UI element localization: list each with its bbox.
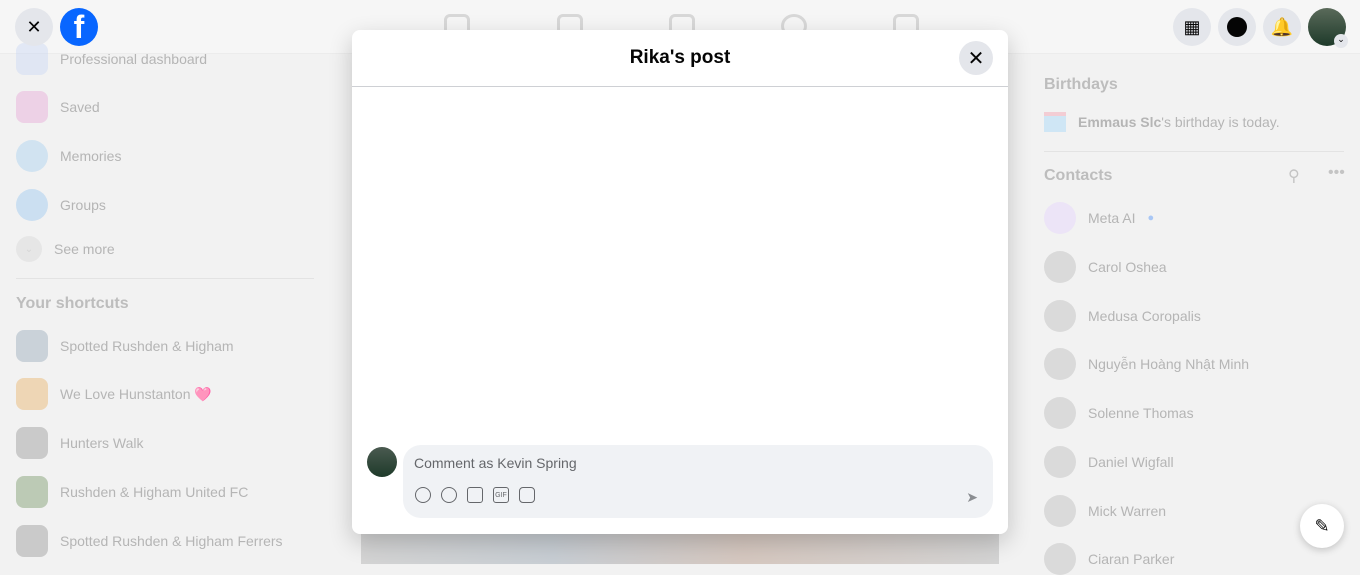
shortcut-thumbnail — [16, 525, 48, 557]
account-avatar[interactable]: ⌄ — [1308, 8, 1348, 48]
see-more-button[interactable]: ⌄ See more — [16, 236, 115, 262]
sidebar-item-professional-dashboard[interactable]: Professional dashboard — [16, 43, 207, 75]
label: Spotted Rushden & Higham Ferrers — [60, 533, 283, 549]
sidebar-item-saved[interactable]: Saved — [16, 91, 100, 123]
shortcuts-title: Your shortcuts — [16, 295, 129, 312]
birthday-item[interactable]: Emmaus Slc's birthday is today. — [1044, 112, 1280, 132]
more-options-icon[interactable]: ••• — [1328, 164, 1345, 182]
shortcut-item[interactable]: Spotted Rushden & Higham Ferrers — [16, 525, 283, 557]
new-message-button[interactable]: ✎ — [1300, 504, 1344, 548]
contact-name: Carol Oshea — [1088, 259, 1167, 275]
gift-icon — [1044, 112, 1066, 132]
sidebar-item-groups[interactable]: Groups — [16, 189, 106, 221]
chevron-down-icon: ⌄ — [16, 236, 42, 262]
shortcut-thumbnail — [16, 427, 48, 459]
comment-placeholder: Comment as Kevin Spring — [414, 455, 577, 471]
close-modal-button[interactable]: ✕ — [959, 41, 993, 75]
close-icon: ✕ — [26, 16, 42, 37]
contact-item[interactable]: Nguyễn Hoàng Nhật Minh — [1044, 348, 1249, 380]
comment-input[interactable]: Comment as Kevin Spring GIF ➤ — [403, 445, 993, 518]
label: Rushden & Higham United FC — [60, 484, 249, 500]
label: Hunters Walk — [60, 435, 144, 451]
shortcut-thumbnail — [16, 330, 48, 362]
avatar — [1044, 348, 1076, 380]
shortcut-item[interactable]: Hunters Walk — [16, 427, 144, 459]
emoji-icon[interactable] — [441, 487, 457, 503]
contact-item[interactable]: Medusa Coropalis — [1044, 300, 1201, 332]
verified-icon: ● — [1147, 212, 1155, 224]
chevron-down-icon: ⌄ — [1334, 34, 1348, 48]
facebook-logo[interactable]: f — [60, 8, 98, 46]
modal-title: Rika's post — [352, 30, 1008, 87]
label: Saved — [60, 99, 100, 115]
post-modal: Rika's post ✕ Comment as Kevin Spring GI… — [352, 30, 1008, 534]
contact-item[interactable]: Daniel Wigfall — [1044, 446, 1174, 478]
birthday-name[interactable]: Emmaus Slc — [1078, 114, 1161, 130]
contacts-title: Contacts — [1044, 167, 1113, 184]
contact-name: Ciaran Parker — [1088, 551, 1175, 567]
bookmark-icon — [16, 91, 48, 123]
send-icon[interactable]: ➤ — [966, 489, 978, 506]
grid-icon: ▦ — [1183, 16, 1201, 37]
avatar — [1044, 446, 1076, 478]
label: Memories — [60, 148, 122, 164]
sticker-icon[interactable] — [519, 487, 535, 503]
label: Spotted Rushden & Higham — [60, 338, 234, 354]
avatar — [1044, 397, 1076, 429]
avatar — [1044, 543, 1076, 575]
birthday-text: 's birthday is today. — [1161, 114, 1280, 130]
avatar — [1044, 251, 1076, 283]
notifications-button[interactable]: 🔔 — [1263, 8, 1301, 46]
contact-name: Medusa Coropalis — [1088, 308, 1201, 324]
contact-item[interactable]: Carol Oshea — [1044, 251, 1167, 283]
messenger-button[interactable] — [1218, 8, 1256, 46]
messenger-icon — [1227, 17, 1247, 37]
contact-name: Mick Warren — [1088, 503, 1167, 519]
contact-item[interactable]: Mick Warren — [1044, 495, 1166, 527]
shortcut-item[interactable]: Spotted Rushden & Higham — [16, 330, 234, 362]
label: See more — [54, 241, 115, 257]
label: We Love Hunstanton 🩷 — [60, 385, 212, 402]
menu-button[interactable]: ▦ — [1173, 8, 1211, 46]
search-icon[interactable]: ⚲ — [1288, 166, 1300, 186]
avatar-sticker-icon[interactable] — [415, 487, 431, 503]
post-image — [361, 534, 999, 564]
label: Groups — [60, 197, 106, 213]
divider — [16, 278, 314, 279]
contact-item[interactable]: Meta AI ● — [1044, 202, 1154, 234]
avatar — [1044, 495, 1076, 527]
commenter-avatar[interactable] — [367, 447, 397, 477]
close-viewer-button[interactable]: ✕ — [15, 8, 53, 46]
dashboard-icon — [16, 43, 48, 75]
contact-name: Meta AI — [1088, 210, 1136, 226]
bell-icon: 🔔 — [1270, 16, 1294, 37]
shortcut-thumbnail — [16, 476, 48, 508]
close-icon: ✕ — [967, 47, 985, 70]
birthdays-title: Birthdays — [1044, 76, 1118, 93]
sidebar-item-memories[interactable]: Memories — [16, 140, 121, 172]
contact-name: Solenne Thomas — [1088, 405, 1194, 421]
contact-item[interactable]: Solenne Thomas — [1044, 397, 1194, 429]
shortcut-thumbnail — [16, 378, 48, 410]
shortcut-item[interactable]: We Love Hunstanton 🩷 — [16, 378, 212, 410]
contact-name: Daniel Wigfall — [1088, 454, 1174, 470]
camera-icon[interactable] — [467, 487, 483, 503]
label: Professional dashboard — [60, 51, 208, 67]
meta-ai-icon — [1044, 202, 1076, 234]
shortcut-item[interactable]: Rushden & Higham United FC — [16, 476, 248, 508]
contact-name: Nguyễn Hoàng Nhật Minh — [1088, 356, 1250, 372]
gif-icon[interactable]: GIF — [493, 487, 509, 503]
avatar — [1044, 300, 1076, 332]
compose-icon: ✎ — [1314, 515, 1330, 536]
clock-icon — [16, 140, 48, 172]
divider — [1044, 151, 1344, 152]
contact-item[interactable]: Ciaran Parker — [1044, 543, 1174, 575]
groups-icon — [16, 189, 48, 221]
